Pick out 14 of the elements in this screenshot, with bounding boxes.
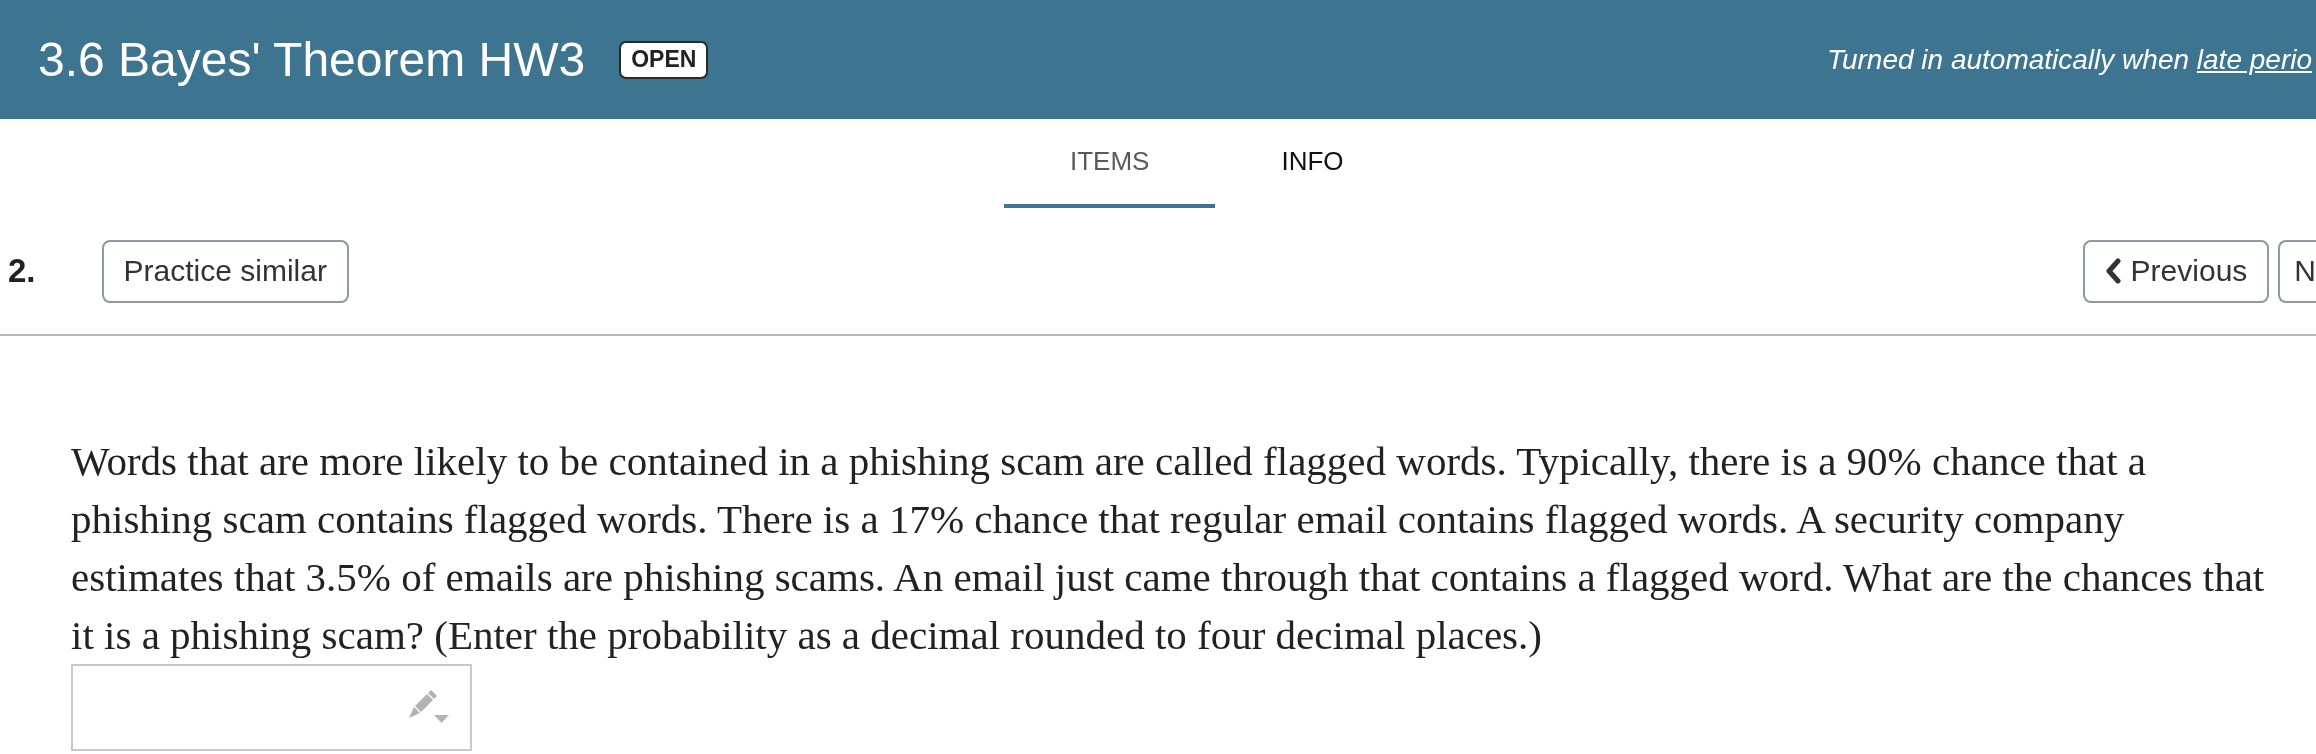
autosubmit-notice: Turned in automatically when late perio: [1826, 43, 2313, 76]
practice-similar-button[interactable]: Practice similar: [101, 239, 349, 303]
previous-button[interactable]: Previous: [2082, 239, 2270, 303]
nav-tab[interactable]: ITEMS: [1004, 119, 1216, 208]
question-number: 2.: [8, 252, 36, 290]
chevron-left-icon: [2104, 258, 2121, 284]
pencil-caret-icon[interactable]: [408, 690, 449, 725]
assignment-title: 3.6 Bayes' Theorem HW3: [38, 32, 586, 87]
nav-tab[interactable]: INFO: [1215, 119, 1410, 208]
late-period-link[interactable]: late perio: [2196, 43, 2312, 75]
question-text: Words that are more likely to be contained in a phishing scam are called flagged words. Typically, there is a 90% chance that a phishing scam contains flagged words. There is a 17% chance that regular email contains flagged words. A security company estimates that 3.5% of emails are phishing scams. An email just came through that contains a flagged word. What are the chances that it is a phishing scam? (Enter the probability as a decimal rounded to four decimal places.): [71, 437, 2265, 660]
next-button[interactable]: N: [2278, 239, 2316, 303]
status-badge: OPEN: [619, 40, 709, 79]
answer-field[interactable]: [71, 664, 472, 751]
